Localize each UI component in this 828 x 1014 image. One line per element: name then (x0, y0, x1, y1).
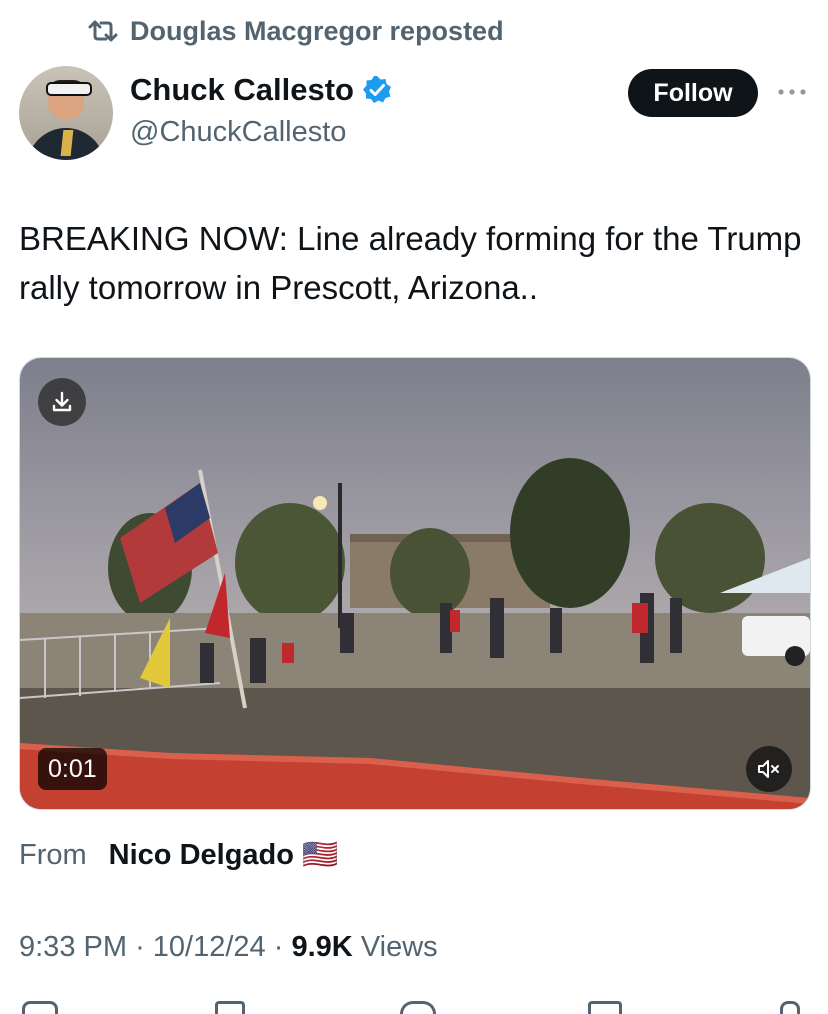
share-icon[interactable] (780, 1001, 800, 1014)
reply-icon[interactable] (22, 1001, 58, 1014)
tweet-date[interactable]: 10/12/24 (153, 931, 266, 963)
author-name[interactable]: Chuck Callesto (130, 72, 354, 108)
tweet-meta: 9:33 PM · 10/12/24 · 9.9K Views (19, 931, 438, 964)
more-options-icon[interactable] (776, 82, 808, 102)
verified-badge-icon (362, 76, 391, 103)
video-duration-badge: 0:01 (38, 748, 107, 790)
views-count: 9.9K (291, 931, 353, 963)
from-label: From (19, 838, 87, 871)
repost-indicator[interactable]: Douglas Macgregor reposted (86, 14, 504, 48)
download-icon (52, 391, 72, 412)
bookmark-icon[interactable] (588, 1001, 622, 1014)
download-button[interactable] (38, 378, 86, 426)
like-icon[interactable] (400, 1001, 436, 1014)
author-avatar[interactable] (19, 66, 113, 160)
source-name-link[interactable]: Nico Delgado 🇺🇸 (109, 838, 338, 872)
unmute-button[interactable] (746, 746, 792, 792)
us-flag-emoji: 🇺🇸 (302, 839, 339, 871)
video-frame (20, 358, 810, 809)
tweet-time[interactable]: 9:33 PM (19, 931, 127, 963)
repost-text: Douglas Macgregor reposted (130, 15, 504, 46)
tweet-text: BREAKING NOW: Line already forming for t… (19, 220, 802, 306)
video-player[interactable]: 0:01 (19, 357, 811, 810)
views-label: Views (360, 931, 438, 963)
follow-button[interactable]: Follow (628, 69, 758, 117)
source-name[interactable]: Nico Delgado (109, 839, 294, 871)
meta-separator: · (273, 931, 284, 963)
repost-action-icon[interactable] (215, 1001, 245, 1014)
author-handle[interactable]: @ChuckCallesto (130, 116, 346, 149)
meta-separator: · (135, 931, 145, 963)
muted-speaker-icon (758, 760, 779, 778)
action-bar (0, 995, 828, 1014)
video-source-row: From Nico Delgado 🇺🇸 (19, 838, 338, 872)
repost-icon (88, 20, 118, 42)
author-name-row[interactable]: Chuck Callesto (130, 72, 392, 108)
